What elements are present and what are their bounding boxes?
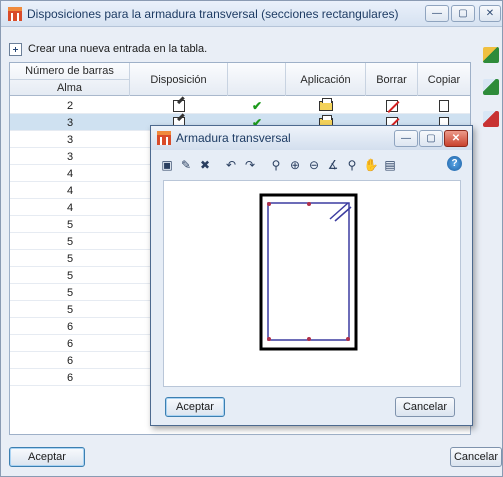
rebar (346, 337, 350, 341)
row-number-of-bars: 2 (66, 99, 74, 112)
row-number-of-bars: 5 (66, 235, 74, 248)
delete-icon[interactable]: ✖ (197, 157, 213, 173)
minimize-icon: — (432, 8, 442, 19)
apply-button[interactable] (286, 97, 366, 114)
close-icon: ✕ (451, 133, 461, 144)
help-icon[interactable]: ? (447, 156, 462, 171)
delete-icon (386, 99, 398, 112)
zoom-in-icon[interactable]: ⊕ (287, 157, 303, 173)
minimize-icon: — (401, 133, 411, 144)
new-stirrup-icon[interactable]: ▣ (159, 157, 175, 173)
header-number-of-bars: Número de barras Alma (10, 63, 130, 96)
maximize-icon: ▢ (426, 133, 436, 144)
edit-icon (173, 99, 185, 112)
dialog-title: Armadura transversal (176, 131, 291, 145)
table-row[interactable]: 2 ✔ (10, 97, 470, 117)
edit-icon[interactable]: ✎ (178, 157, 194, 173)
row-number-of-bars: 5 (66, 218, 74, 231)
toolbar-separator (261, 157, 265, 173)
header-nbars-web: Alma (56, 82, 83, 94)
cancel-button[interactable]: Cancelar (450, 447, 502, 467)
accept-button[interactable]: Aceptar (9, 447, 85, 467)
toolbar-separator (216, 157, 220, 173)
row-number-of-bars: 6 (66, 337, 74, 350)
apply-icon (319, 97, 333, 111)
section-drawing (259, 193, 358, 351)
row-number-of-bars: 5 (66, 286, 74, 299)
copy-icon (436, 99, 449, 117)
new-entry-label: Crear una nueva entrada en la tabla. (28, 43, 208, 55)
main-window: Disposiciones para la armadura transvers… (0, 0, 503, 477)
dialog-accept-button[interactable]: Aceptar (165, 397, 225, 417)
header-check (228, 63, 286, 96)
row-number-of-bars: 5 (66, 252, 74, 265)
zoom-out-icon[interactable]: ⊖ (306, 157, 322, 173)
dialog-cancel-button[interactable]: Cancelar (395, 397, 455, 417)
maximize-icon: ▢ (458, 8, 468, 19)
row-number-of-bars: 5 (66, 269, 74, 282)
header-delete: Borrar (366, 63, 418, 96)
dialog-minimize-button[interactable]: — (394, 130, 418, 147)
row-number-of-bars: 6 (66, 320, 74, 333)
header-application: Aplicación (286, 63, 366, 96)
row-number-of-bars: 4 (66, 184, 74, 197)
title-bar: Disposiciones para la armadura transvers… (1, 1, 502, 27)
rebar (267, 202, 271, 206)
rebar (307, 337, 311, 341)
rebar (267, 337, 271, 341)
app-icon (8, 7, 22, 21)
measure-icon[interactable]: ∡ (325, 157, 341, 173)
dialog-app-icon (157, 131, 171, 145)
header-nbars-top: Número de barras (10, 63, 129, 80)
close-icon: ✕ (485, 8, 495, 19)
row-number-of-bars: 6 (66, 371, 74, 384)
window-title: Disposiciones para la armadura transvers… (27, 7, 399, 21)
table-header: Número de barras Alma Disposición Aplica… (10, 63, 470, 96)
edit-disposition-button[interactable] (130, 97, 228, 114)
header-copy: Copiar (427, 73, 461, 86)
section-outline (259, 193, 358, 351)
row-number-of-bars: 4 (66, 201, 74, 214)
close-button[interactable]: ✕ (479, 5, 501, 22)
row-number-of-bars: 4 (66, 167, 74, 180)
minimize-button[interactable]: — (425, 5, 449, 22)
add-multiple-icon[interactable] (483, 47, 499, 63)
valid-check-icon: ✔ (251, 98, 263, 113)
row-number-of-bars: 3 (66, 133, 74, 146)
redo-icon[interactable]: ↷ (242, 157, 258, 173)
row-number-of-bars: 3 (66, 150, 74, 163)
row-number-of-bars: 6 (66, 354, 74, 367)
export-icon[interactable] (483, 111, 499, 127)
dialog-maximize-button[interactable]: ▢ (419, 130, 443, 147)
undo-icon[interactable]: ↶ (223, 157, 239, 173)
transverse-reinforcement-dialog: Armadura transversal — ▢ ✕ ▣ ✎ ✖ ↶ ↷ ⚲ ⊕… (150, 125, 473, 426)
copy-row-button[interactable] (418, 97, 470, 117)
zoom-all-icon[interactable]: ⚲ (344, 157, 360, 173)
row-number-of-bars: 3 (66, 116, 74, 129)
zoom-window-icon[interactable]: ⚲ (268, 157, 284, 173)
row-number-of-bars: 5 (66, 303, 74, 316)
stirrup (267, 202, 350, 341)
delete-row-button[interactable] (366, 97, 418, 114)
dialog-title-bar: Armadura transversal — ▢ ✕ (151, 126, 472, 150)
dialog-close-button[interactable]: ✕ (444, 130, 468, 147)
rebar (307, 202, 311, 206)
header-disposition: Disposición (130, 63, 228, 96)
new-entry-button[interactable]: Crear una nueva entrada en la tabla. (9, 41, 207, 57)
maximize-button[interactable]: ▢ (451, 5, 475, 22)
drawing-canvas[interactable] (163, 180, 461, 387)
dialog-toolbar: ▣ ✎ ✖ ↶ ↷ ⚲ ⊕ ⊖ ∡ ⚲ ✋ ▤ ? (155, 153, 468, 177)
view-icon[interactable]: ▤ (382, 157, 398, 173)
import-icon[interactable] (483, 79, 499, 95)
pan-icon[interactable]: ✋ (363, 157, 379, 173)
plus-icon (9, 42, 22, 56)
